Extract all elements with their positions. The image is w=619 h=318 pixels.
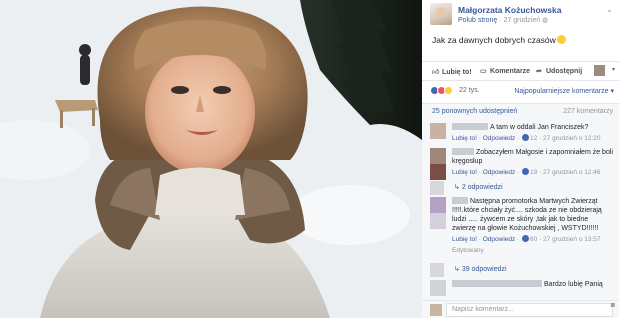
comment-meta: Lubię to! · Odpowiedz · 12 · 27 grudzień… bbox=[452, 134, 601, 142]
commenter-avatar[interactable] bbox=[430, 197, 446, 213]
comment-like-link[interactable]: Lubię to! bbox=[452, 169, 477, 176]
comment-meta: Lubię to! · Odpowiedz · 60 · 27 grudzień… bbox=[452, 235, 601, 243]
comment-like-count[interactable]: 60 bbox=[530, 236, 537, 243]
post-text: Jak za dawnych dobrych czasów bbox=[432, 35, 566, 45]
like-badge-icon bbox=[522, 168, 530, 175]
reply-avatar bbox=[430, 181, 444, 195]
commenter-avatar-lower bbox=[430, 164, 446, 180]
comment-time[interactable]: 27 grudzień o 12:20 bbox=[543, 135, 600, 142]
shares-row: 25 ponownych udostępnień 227 komentarzy bbox=[422, 103, 619, 119]
commenter-avatar[interactable] bbox=[430, 123, 446, 139]
replies-count: 39 odpowiedzi bbox=[461, 266, 507, 273]
replies-count: 2 odpowiedzi bbox=[461, 184, 503, 191]
like-badge-icon bbox=[522, 134, 530, 141]
comment-item: Bardzo lubię Panią bbox=[430, 280, 613, 300]
haha-icon bbox=[444, 86, 453, 95]
commenter-name[interactable] bbox=[452, 280, 542, 287]
replies-link[interactable]: ↳ 2 odpowiedzi bbox=[454, 183, 503, 191]
post-panel: Małgorzata Kożuchowska Polub stronę · 27… bbox=[422, 0, 619, 318]
comment-icon: ▭ bbox=[480, 68, 487, 75]
comment-body: A tam w oddali Jan Franciszek? Lubię to!… bbox=[452, 123, 613, 143]
caret-down-icon[interactable]: ▾ bbox=[612, 66, 615, 73]
separator: · bbox=[499, 17, 502, 24]
share-label: Udostępnij bbox=[546, 68, 583, 75]
shares-link[interactable]: 25 ponownych udostępnień bbox=[432, 108, 517, 115]
comment-time[interactable]: 27 grudzień o 13:57 bbox=[543, 236, 600, 243]
commenter-name[interactable] bbox=[452, 123, 488, 130]
author-avatar[interactable] bbox=[430, 3, 452, 25]
comment-composer: Napisz komentarz... ◙ bbox=[422, 300, 619, 318]
comment-meta: Lubię to! · Odpowiedz · 19 · 27 grudzień… bbox=[452, 168, 601, 176]
post-actions: 👍︎ Lubię to! ▭ Komentarze ➦ Udostępnij ▾ bbox=[422, 61, 619, 81]
reactions-bar[interactable]: 22 tys. Najpopularniejsze komentarze ▾ bbox=[430, 86, 614, 98]
comment-text: Następna promotorka Martwych Zwierząt !!… bbox=[452, 198, 602, 232]
author-name[interactable]: Małgorzata Kożuchowska bbox=[458, 5, 561, 15]
comment-text: Bardzo lubię Panią bbox=[544, 281, 603, 288]
post-header: Małgorzata Kożuchowska Polub stronę · 27… bbox=[430, 3, 613, 27]
sort-comments-dropdown[interactable]: Najpopularniejsze komentarze ▾ bbox=[514, 87, 614, 95]
comment-body: Zobaczyłem Małgosie i zapomniałem że bol… bbox=[452, 148, 613, 177]
post-subline: Polub stronę · 27 grudzień ◍ bbox=[458, 16, 548, 24]
smiling-face-icon bbox=[556, 35, 566, 44]
comment-text: A tam w oddali Jan Franciszek? bbox=[490, 124, 589, 131]
comment-like-link[interactable]: Lubię to! bbox=[452, 135, 477, 142]
my-avatar bbox=[430, 304, 442, 316]
comment-input[interactable]: Napisz komentarz... bbox=[446, 303, 613, 317]
commenter-avatar[interactable] bbox=[430, 148, 446, 164]
share-icon: ➦ bbox=[536, 68, 542, 75]
share-button[interactable]: ➦ Udostępnij bbox=[536, 67, 582, 75]
like-badge-icon bbox=[522, 235, 530, 242]
comment-item: A tam w oddali Jan Franciszek? Lubię to!… bbox=[430, 123, 613, 147]
commenter-name[interactable] bbox=[452, 197, 468, 204]
comment-body: Następna promotorka Martwych Zwierząt !!… bbox=[452, 197, 613, 255]
globe-icon: ◍ bbox=[542, 17, 549, 24]
comment-item: Następna promotorka Martwych Zwierząt !!… bbox=[430, 197, 613, 259]
post-photo[interactable] bbox=[0, 0, 422, 318]
comment-like-link[interactable]: Lubię to! bbox=[452, 236, 477, 243]
chevron-down-icon[interactable]: ⌄ bbox=[606, 5, 613, 14]
post-text-body: Jak za dawnych dobrych czasów bbox=[432, 35, 556, 45]
comment-like-count[interactable]: 12 bbox=[530, 135, 537, 142]
reply-avatar bbox=[430, 263, 444, 277]
comment-reply-link[interactable]: Odpowiedz bbox=[483, 169, 516, 176]
comment-edited[interactable]: Edytowany bbox=[452, 246, 613, 255]
like-label: Lubię to! bbox=[442, 69, 472, 76]
comment-reply-link[interactable]: Odpowiedz bbox=[483, 236, 516, 243]
sort-label: Najpopularniejsze komentarze bbox=[514, 88, 609, 95]
page-avatar-thumb[interactable] bbox=[594, 65, 605, 76]
comment-body: Bardzo lubię Panią bbox=[452, 280, 613, 289]
selfie-image bbox=[0, 0, 422, 318]
thumbs-up-icon: 👍︎ bbox=[432, 69, 440, 76]
comment-button[interactable]: ▭ Komentarze bbox=[480, 67, 530, 75]
comment-item: Zobaczyłem Małgosie i zapomniałem że bol… bbox=[430, 148, 613, 180]
commenter-name[interactable] bbox=[452, 148, 474, 155]
comments-count[interactable]: 227 komentarzy bbox=[563, 108, 613, 115]
commenter-avatar-lower bbox=[430, 213, 446, 229]
reactions-count[interactable]: 22 tys. bbox=[459, 87, 480, 94]
replies-link[interactable]: ↳ 39 odpowiedzi bbox=[454, 265, 507, 273]
post-date[interactable]: 27 grudzień bbox=[504, 17, 541, 24]
comment-reply-link[interactable]: Odpowiedz bbox=[483, 135, 516, 142]
like-page-link[interactable]: Polub stronę bbox=[458, 17, 497, 24]
comment-time[interactable]: 27 grudzień o 12:46 bbox=[543, 169, 600, 176]
commenter-avatar[interactable] bbox=[430, 280, 446, 296]
comment-like-count[interactable]: 19 bbox=[530, 169, 537, 176]
comment-label: Komentarze bbox=[490, 68, 531, 75]
comments-list: A tam w oddali Jan Franciszek? Lubię to!… bbox=[422, 119, 619, 300]
comment-text: Zobaczyłem Małgosie i zapomniałem że bol… bbox=[452, 149, 613, 165]
camera-icon[interactable]: ◙ bbox=[611, 302, 615, 309]
like-button[interactable]: 👍︎ Lubię to! bbox=[432, 67, 472, 76]
